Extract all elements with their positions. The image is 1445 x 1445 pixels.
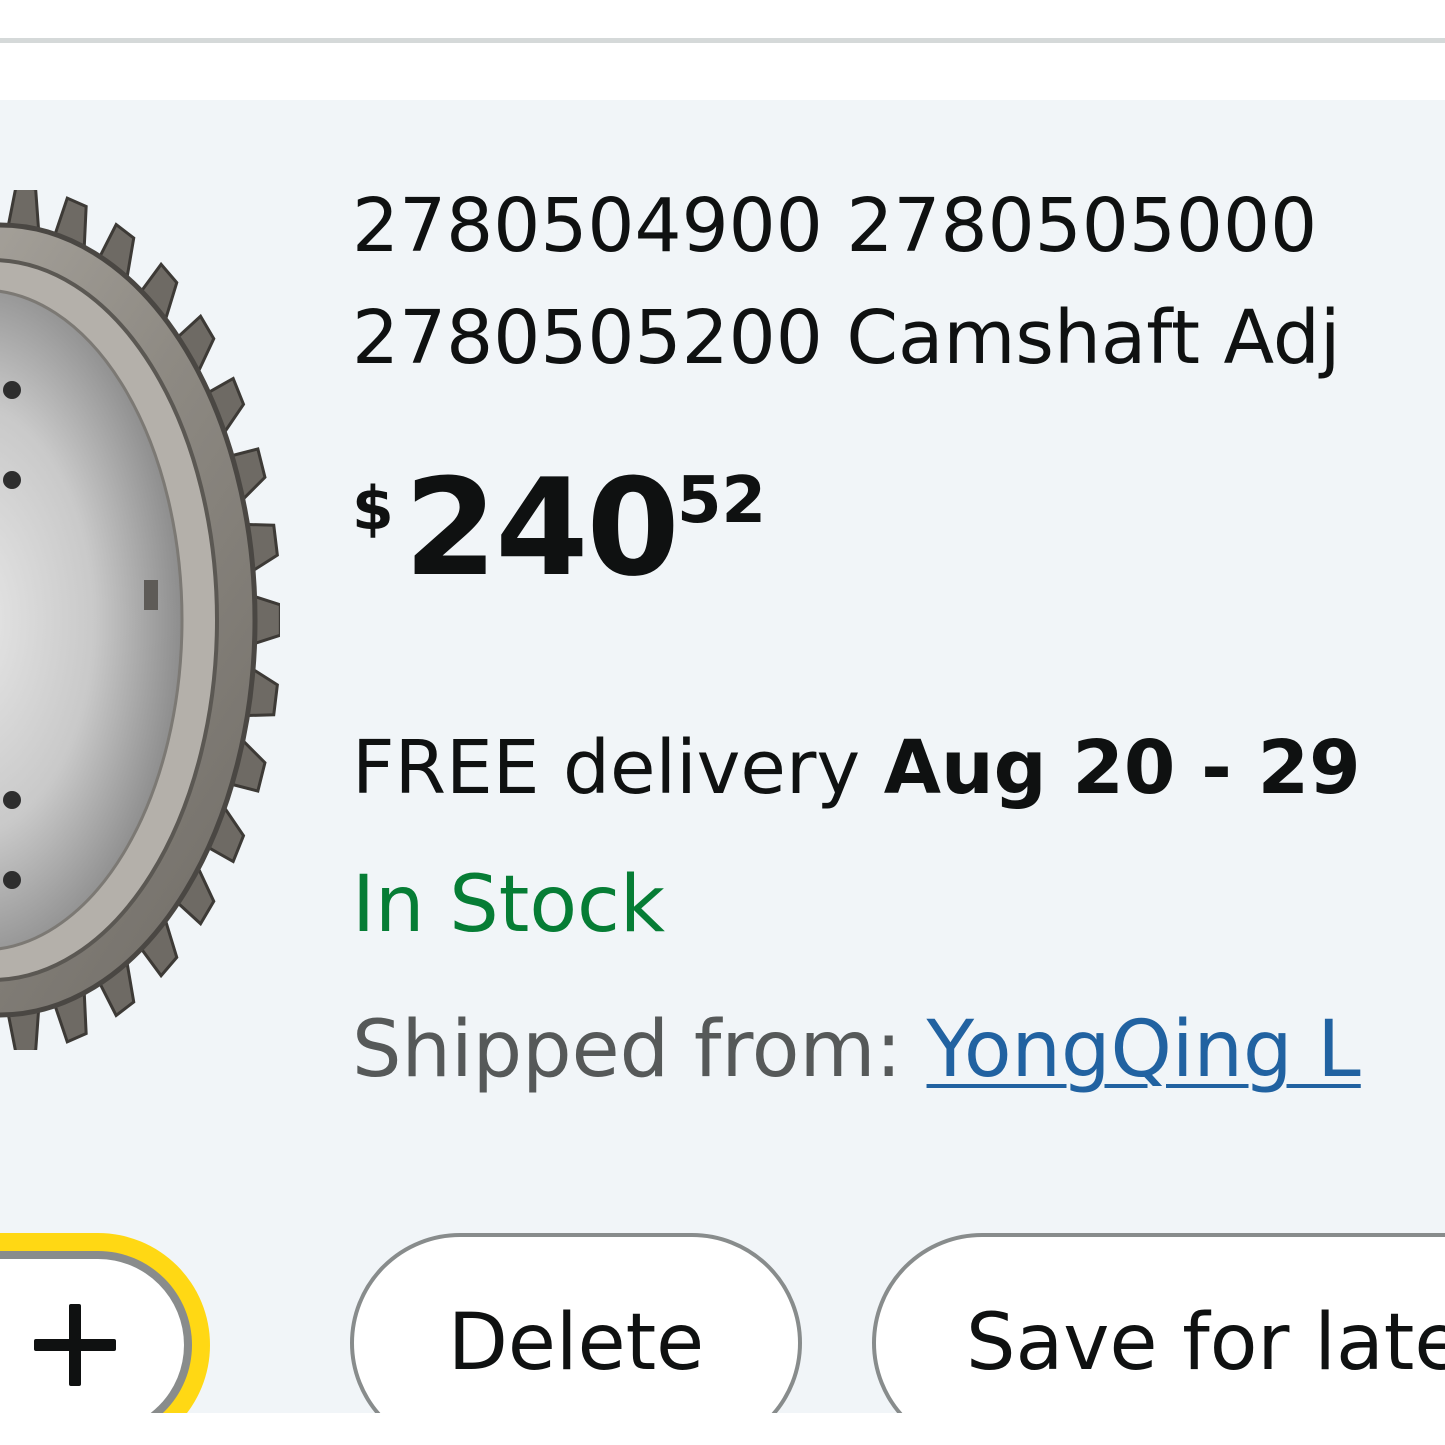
delivery-dates: Aug 20 - 29 xyxy=(883,725,1361,811)
save-for-later-button[interactable]: Save for late xyxy=(872,1233,1445,1413)
cart-screen: 2780504900 2780505000 2780505200 Camshaf… xyxy=(0,0,1445,1445)
product-title-line-1: 2780504900 2780505000 xyxy=(352,183,1318,269)
price-whole: 240 xyxy=(404,450,680,606)
product-image[interactable] xyxy=(0,190,280,1050)
availability-status: In Stock xyxy=(352,860,666,950)
product-title[interactable]: 2780504900 2780505000 2780505200 Camshaf… xyxy=(352,170,1445,394)
delete-button-label: Delete xyxy=(447,1298,705,1388)
delete-button[interactable]: Delete xyxy=(350,1233,802,1413)
save-for-later-label: Save for late xyxy=(966,1298,1445,1388)
increase-quantity-button[interactable] xyxy=(20,1280,130,1410)
price-fraction: 52 xyxy=(677,464,767,538)
shipped-from-label: Shipped from: xyxy=(352,1005,927,1095)
delivery-info: FREE delivery Aug 20 - 29 xyxy=(352,725,1361,811)
seller-link[interactable]: YongQing L xyxy=(927,1005,1361,1095)
delivery-prefix: FREE delivery xyxy=(352,725,884,811)
product-title-line-2: 2780505200 Camshaft Adj xyxy=(352,295,1341,381)
plus-icon xyxy=(34,1304,116,1386)
cart-item-card: 2780504900 2780505000 2780505200 Camshaf… xyxy=(0,100,1445,1413)
top-divider xyxy=(0,38,1445,43)
shipped-from: Shipped from: YongQing L xyxy=(352,1005,1361,1095)
price-currency-symbol: $ xyxy=(352,474,394,544)
